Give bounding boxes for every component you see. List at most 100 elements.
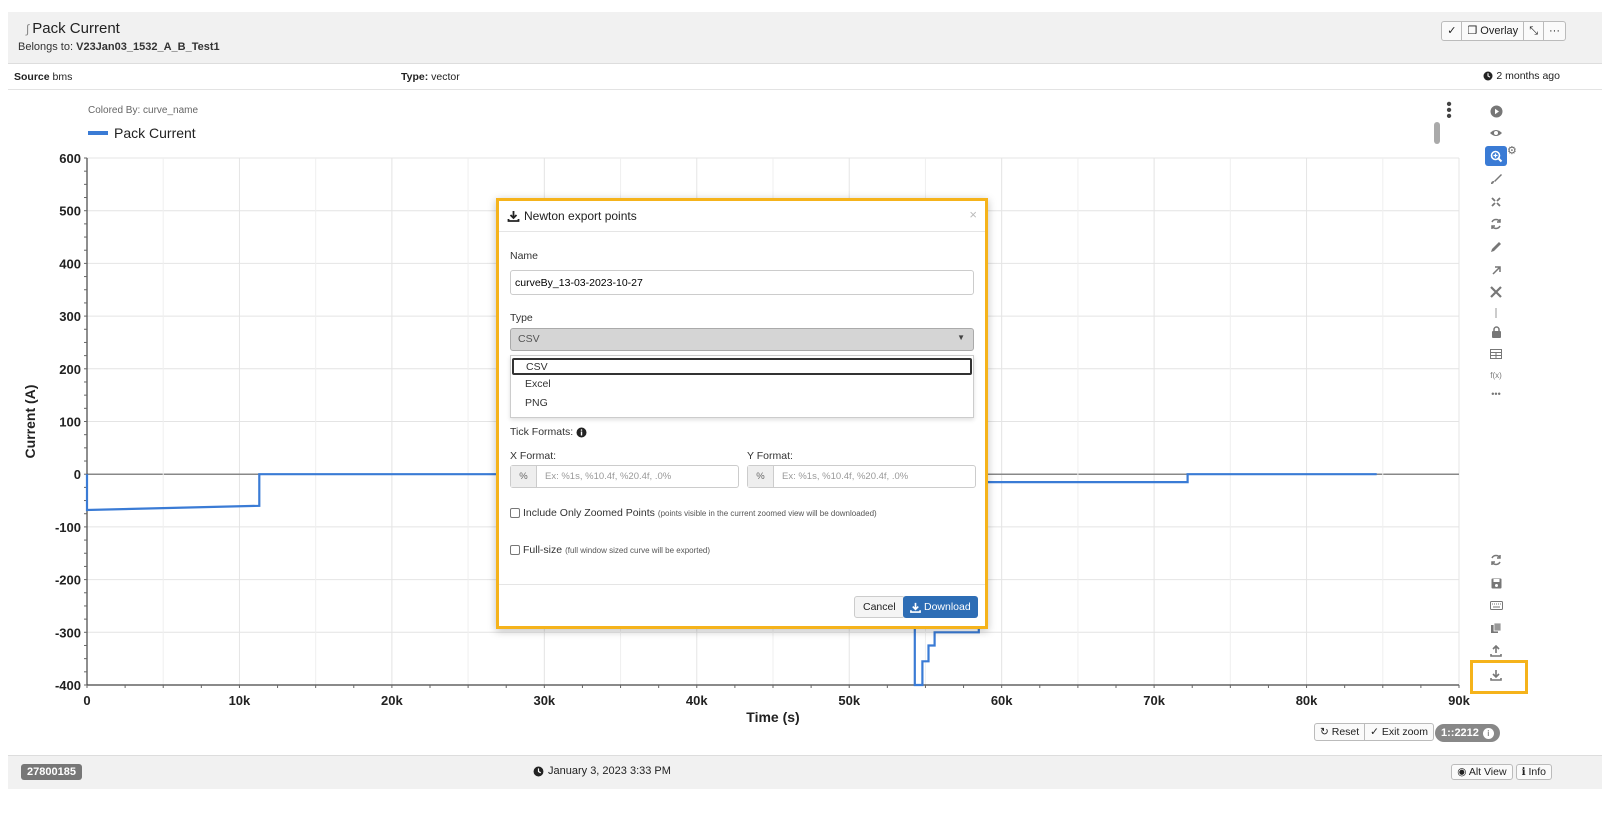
gear-icon[interactable]: ⚙ [1507, 144, 1517, 157]
x-tick-label: 60k [991, 693, 1013, 708]
y-tick-label: 200 [59, 362, 81, 377]
checkbox-box[interactable] [510, 508, 520, 518]
page: ∫ Pack Current Belongs to: V23Jan03_1532_… [8, 12, 1602, 812]
y-axis-label: Current (A) [22, 385, 38, 459]
zoom-in-icon[interactable] [1485, 146, 1507, 166]
chart-legend[interactable]: Pack Current [88, 125, 196, 141]
modal-header: Newton export points × [499, 201, 985, 232]
modal-title: Newton export points [524, 209, 637, 223]
check-icon: ✓ [1370, 726, 1379, 738]
time-ago-text: 2 months ago [1496, 70, 1560, 82]
y-format-label: Y Format: [747, 450, 793, 462]
save-icon[interactable] [1485, 573, 1507, 593]
overlay-label: Overlay [1480, 25, 1519, 37]
play-icon[interactable] [1485, 101, 1507, 121]
expand-icon[interactable] [1485, 192, 1507, 212]
x-tick-label: 40k [686, 693, 708, 708]
clock-icon [533, 766, 544, 776]
page-title-text: Pack Current [32, 20, 120, 37]
info-label: Info [1528, 766, 1546, 778]
source-label: Source [14, 71, 50, 83]
arrow-icon[interactable] [1485, 260, 1507, 280]
eye-icon: ◉ [1457, 766, 1467, 778]
function-icon[interactable]: f(x) [1485, 365, 1507, 385]
zoomed-points-label: Include Only Zoomed Points [523, 507, 655, 519]
modal-footer-divider [499, 584, 985, 585]
more-tools-label: ••• [1491, 389, 1501, 399]
exit-zoom-button[interactable]: ✓ Exit zoom [1365, 724, 1433, 740]
footer-buttons: ◉ Alt View ℹ Info [1451, 764, 1552, 780]
keyboard-icon[interactable] [1485, 595, 1507, 615]
separator-icon [1485, 303, 1507, 323]
info-button[interactable]: ℹ Info [1515, 764, 1552, 780]
tick-formats-text: Tick Formats: [510, 426, 574, 438]
info-icon[interactable] [576, 427, 587, 438]
table-icon[interactable] [1485, 344, 1507, 364]
zoomed-points-checkbox[interactable]: Include Only Zoomed Points (points visib… [510, 507, 877, 519]
reset-label: Reset [1331, 726, 1360, 738]
more-tools-icon[interactable]: ••• [1485, 384, 1507, 404]
clock-icon [1483, 71, 1493, 81]
x-tick-label: 20k [381, 693, 403, 708]
y-format-input[interactable]: % Ex: %1s, %10.4f, %20.4f, .0% [747, 465, 976, 488]
compress-icon: ⤡ [1529, 25, 1538, 37]
refresh-icon[interactable] [1485, 214, 1507, 234]
function-label: f(x) [1490, 370, 1502, 380]
y-tick-label: 400 [59, 256, 81, 271]
full-size-checkbox[interactable]: Full-size (full window sized curve will … [510, 544, 710, 556]
percent-addon: % [511, 466, 537, 487]
download-icon [910, 602, 921, 613]
x-format-label: X Format: [510, 450, 557, 462]
overlay-button[interactable]: ❐ Overlay [1462, 22, 1525, 40]
x-tick-label: 10k [229, 693, 251, 708]
lock-icon[interactable] [1485, 322, 1507, 342]
type-info: Type: vector [401, 71, 460, 83]
type-value: vector [431, 71, 460, 83]
brush-icon[interactable] [1485, 169, 1507, 189]
type-label: Type [510, 312, 533, 324]
full-size-label: Full-size [523, 544, 563, 556]
more-button[interactable]: ··· [1544, 22, 1565, 40]
x-tick-label: 30k [533, 693, 555, 708]
collapse-button[interactable]: ⤡ [1524, 22, 1544, 40]
sync-icon[interactable] [1485, 550, 1507, 570]
y-tick-label: -300 [55, 625, 81, 640]
type-select[interactable]: CSV ▼ [510, 328, 974, 351]
tick-formats-label: Tick Formats: [510, 426, 587, 438]
pencil-icon[interactable] [1485, 237, 1507, 257]
name-input[interactable] [510, 270, 974, 295]
x-tick-label: 80k [1296, 693, 1318, 708]
chart-menu-icon[interactable]: • • • [1445, 97, 1453, 125]
close-icon[interactable]: × [969, 207, 977, 222]
chart-scrollbar[interactable] [1434, 122, 1440, 144]
x-format-input[interactable]: % Ex: %1s, %10.4f, %20.4f, .0% [510, 465, 739, 488]
download-button[interactable]: Download [903, 596, 978, 618]
cancel-button[interactable]: Cancel [854, 596, 905, 618]
upload-icon[interactable] [1485, 641, 1507, 661]
option-png[interactable]: PNG [511, 394, 973, 413]
caret-down-icon: ▼ [957, 333, 965, 342]
time-ago: 2 months ago [1483, 70, 1560, 82]
sampling-ratio-badge[interactable]: 1::2212 i [1435, 724, 1500, 742]
y-tick-label: -100 [55, 520, 81, 535]
info-row: Source bms Type: vector 2 months ago [8, 64, 1602, 90]
copy-icon: ❐ [1467, 25, 1478, 37]
reset-button[interactable]: ↻ Reset [1315, 724, 1366, 740]
option-csv[interactable]: CSV [512, 358, 972, 375]
y-tick-label: -200 [55, 573, 81, 588]
eye-icon[interactable] [1485, 123, 1507, 143]
tools-icon[interactable] [1485, 282, 1507, 302]
copy-icon[interactable] [1485, 618, 1507, 638]
source-value: bms [52, 71, 73, 83]
y-tick-label: 0 [74, 467, 81, 482]
check-button[interactable]: ✓ [1442, 22, 1463, 40]
footer: 27800185 January 3, 2023 3:33 PM ◉ Alt V… [8, 755, 1602, 789]
belongs-value[interactable]: V23Jan03_1532_A_B_Test1 [76, 41, 220, 53]
option-excel[interactable]: Excel [511, 375, 973, 394]
x-tick-label: 50k [838, 693, 860, 708]
checkbox-box[interactable] [510, 545, 520, 555]
x-format-placeholder: Ex: %1s, %10.4f, %20.4f, .0% [545, 471, 672, 482]
info-icon: i [1482, 727, 1494, 739]
alt-view-button[interactable]: ◉ Alt View [1451, 764, 1513, 780]
y-tick-label: 600 [59, 151, 81, 166]
